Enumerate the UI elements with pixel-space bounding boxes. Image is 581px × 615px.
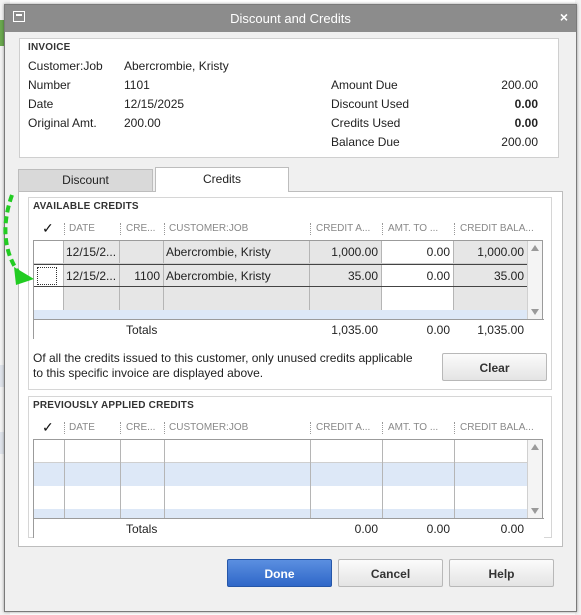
available-credits-note: Of all the credits issued to this custom… xyxy=(33,351,413,380)
credits-used-label: Credits Used xyxy=(331,116,401,130)
row-date: 12/15/2... xyxy=(66,269,117,283)
help-button[interactable]: Help xyxy=(449,559,554,587)
customer-job-label: Customer:Job xyxy=(28,59,103,73)
row-select-checkbox[interactable] xyxy=(37,267,57,285)
done-button[interactable]: Done xyxy=(227,559,332,587)
invoice-section-title: INVOICE xyxy=(28,42,71,53)
balance-due-value: 200.00 xyxy=(501,135,538,149)
row-amt-to-use[interactable]: 0.00 xyxy=(382,241,454,263)
title-bar[interactable]: Discount and Credits × xyxy=(5,5,576,32)
number-label: Number xyxy=(28,78,71,92)
amount-due-label: Amount Due xyxy=(331,78,398,92)
row-credit-no: 1100 xyxy=(134,269,160,283)
totals-label: Totals xyxy=(126,522,158,536)
available-credits-grid: ✓ DATE CRE... CUSTOMER:JOB CREDIT A... A… xyxy=(33,220,544,339)
column-divider xyxy=(310,440,311,518)
column-header-customer-job[interactable]: CUSTOMER:JOB xyxy=(169,219,309,239)
column-divider xyxy=(64,440,65,518)
date-label: Date xyxy=(28,97,54,111)
column-header-customer-job[interactable]: CUSTOMER:JOB xyxy=(169,418,309,438)
window-title: Discount and Credits xyxy=(230,11,351,26)
credits-used-value: 0.00 xyxy=(514,116,538,130)
scroll-down-icon[interactable] xyxy=(531,508,539,514)
column-header-amt-to-use[interactable]: AMT. TO ... xyxy=(388,418,454,438)
original-amt-value: 200.00 xyxy=(124,116,161,130)
totals-credit-amt: 1,035.00 xyxy=(331,323,378,337)
column-divider xyxy=(164,440,165,518)
original-amt-label: Original Amt. xyxy=(28,116,97,130)
table-row[interactable]: 12/15/2... Abercrombie, Kristy 1,000.00 … xyxy=(34,241,528,264)
previously-applied-credits-group: PREVIOUSLY APPLIED CREDITS ✓ DATE CRE...… xyxy=(28,396,552,538)
available-credits-group: AVAILABLE CREDITS ✓ DATE CRE... CUSTOMER… xyxy=(28,197,552,390)
empty-row xyxy=(34,310,528,319)
available-credits-totals: Totals 1,035.00 0.00 1,035.00 xyxy=(34,319,544,339)
table-row-selected[interactable]: 12/15/2... 1100 Abercrombie, Kristy 35.0… xyxy=(34,264,528,287)
credits-tab-panel: AVAILABLE CREDITS ✓ DATE CRE... CUSTOMER… xyxy=(18,191,563,547)
column-header-check[interactable]: ✓ xyxy=(42,418,62,438)
column-header-credit-amt[interactable]: CREDIT A... xyxy=(316,418,382,438)
scroll-up-icon[interactable] xyxy=(531,444,539,450)
customer-job-value: Abercrombie, Kristy xyxy=(124,59,229,73)
totals-label: Totals xyxy=(126,323,158,337)
column-header-credit-amt[interactable]: CREDIT A... xyxy=(316,219,382,239)
clear-button[interactable]: Clear xyxy=(442,353,547,381)
close-icon[interactable]: × xyxy=(560,9,568,25)
scroll-down-icon[interactable] xyxy=(531,309,539,315)
column-header-credit-balance[interactable]: CREDIT BALA... xyxy=(460,219,540,239)
column-divider xyxy=(120,440,121,518)
column-divider xyxy=(382,440,383,518)
column-header-date[interactable]: DATE xyxy=(69,219,119,239)
tab-strip: Discount Credits xyxy=(18,167,563,193)
row-credit-no xyxy=(120,241,164,263)
row-credit-balance: 1,000.00 xyxy=(477,245,524,259)
totals-amt-to-use: 0.00 xyxy=(426,522,450,536)
column-header-credit-no[interactable]: CRE... xyxy=(126,219,166,239)
invoice-summary: INVOICE Customer:Job Abercrombie, Kristy… xyxy=(19,38,559,158)
previously-applied-scrollbar[interactable] xyxy=(527,440,542,518)
previously-applied-totals: Totals 0.00 0.00 0.00 xyxy=(34,518,544,538)
available-credits-title: AVAILABLE CREDITS xyxy=(33,201,139,212)
previously-applied-grid: ✓ DATE CRE... CUSTOMER:JOB CREDIT A... A… xyxy=(33,419,544,538)
number-value: 1101 xyxy=(124,78,150,92)
column-header-credit-no[interactable]: CRE... xyxy=(126,418,166,438)
column-header-date[interactable]: DATE xyxy=(69,418,119,438)
cancel-button[interactable]: Cancel xyxy=(338,559,443,587)
column-divider xyxy=(454,440,455,518)
previously-applied-title: PREVIOUSLY APPLIED CREDITS xyxy=(33,400,194,411)
row-customer-job: Abercrombie, Kristy xyxy=(166,269,271,283)
discount-used-value: 0.00 xyxy=(514,97,538,111)
column-header-credit-balance[interactable]: CREDIT BALA... xyxy=(460,418,540,438)
tab-discount[interactable]: Discount xyxy=(18,169,153,191)
available-credits-scrollbar[interactable] xyxy=(527,241,542,319)
row-credit-amt: 1,000.00 xyxy=(331,245,378,259)
discount-used-label: Discount Used xyxy=(331,97,410,111)
row-date: 12/15/2... xyxy=(66,245,117,259)
date-value: 12/15/2025 xyxy=(124,97,185,111)
annotation-arrow-icon xyxy=(3,194,34,285)
previously-applied-header: ✓ DATE CRE... CUSTOMER:JOB CREDIT A... A… xyxy=(34,418,544,438)
row-amt-to-use[interactable]: 0.00 xyxy=(382,265,454,287)
row-credit-balance: 35.00 xyxy=(493,269,524,283)
row-credit-amt: 35.00 xyxy=(347,269,378,283)
totals-credit-balance: 0.00 xyxy=(500,522,524,536)
column-header-amt-to-use[interactable]: AMT. TO ... xyxy=(388,219,454,239)
scroll-up-icon[interactable] xyxy=(531,245,539,251)
totals-credit-balance: 1,035.00 xyxy=(477,323,524,337)
balance-due-label: Balance Due xyxy=(331,135,400,149)
amount-due-value: 200.00 xyxy=(501,78,538,92)
column-header-check[interactable]: ✓ xyxy=(42,219,62,239)
discount-and-credits-dialog: Discount and Credits × INVOICE Customer:… xyxy=(4,4,577,612)
available-credits-header: ✓ DATE CRE... CUSTOMER:JOB CREDIT A... A… xyxy=(34,219,544,239)
totals-credit-amt: 0.00 xyxy=(354,522,378,536)
row-customer-job: Abercrombie, Kristy xyxy=(166,245,271,259)
totals-amt-to-use: 0.00 xyxy=(426,323,450,337)
tab-credits[interactable]: Credits xyxy=(155,167,289,192)
